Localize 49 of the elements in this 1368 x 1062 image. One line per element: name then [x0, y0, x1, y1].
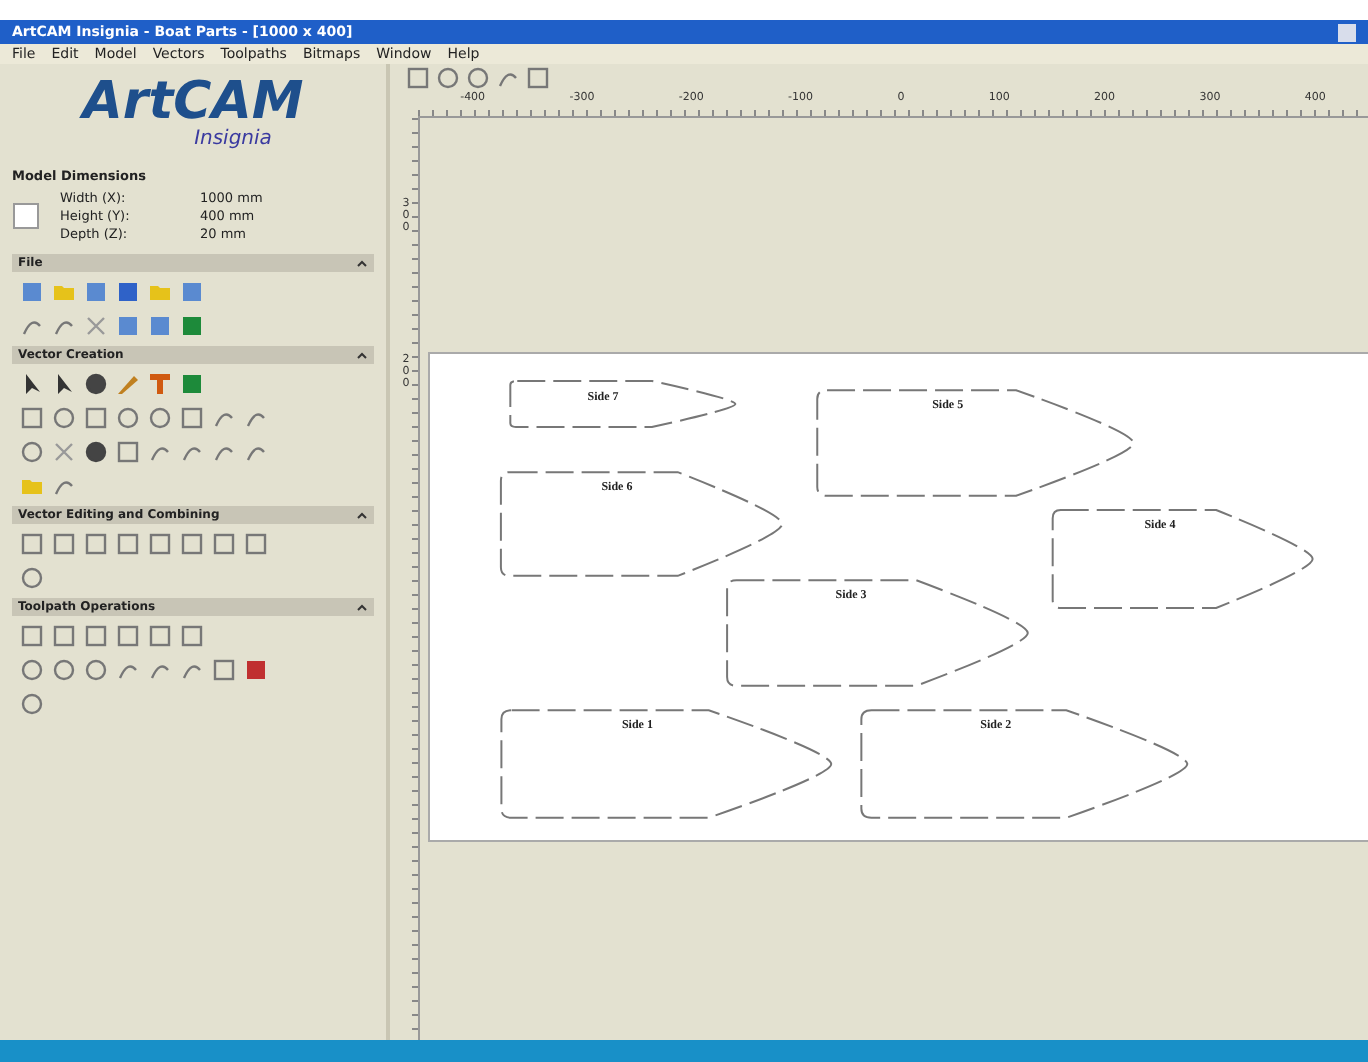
logo-subtitle: Insignia [194, 128, 272, 150]
square-icon[interactable] [20, 624, 44, 648]
circle-icon[interactable] [116, 406, 140, 430]
square-icon[interactable] [180, 314, 204, 338]
square-icon[interactable] [20, 532, 44, 556]
collapse-icon[interactable] [356, 257, 368, 269]
square-icon[interactable] [180, 406, 204, 430]
square-icon[interactable] [116, 624, 140, 648]
logo-text: ArtCAM [82, 76, 304, 128]
square-icon[interactable] [180, 532, 204, 556]
square-icon[interactable] [212, 658, 236, 682]
square-icon[interactable] [116, 532, 140, 556]
pointer-icon[interactable] [20, 372, 44, 396]
square-icon[interactable] [526, 66, 550, 90]
circle-icon[interactable] [84, 658, 108, 682]
collapse-icon[interactable] [356, 349, 368, 361]
circle-icon[interactable] [52, 658, 76, 682]
square-icon[interactable] [244, 532, 268, 556]
collapse-icon[interactable] [356, 509, 368, 521]
cross-icon[interactable] [52, 440, 76, 464]
letter-icon[interactable] [148, 372, 172, 396]
square-icon[interactable] [84, 406, 108, 430]
square-icon[interactable] [52, 624, 76, 648]
collapse-icon[interactable] [356, 601, 368, 613]
page-icon [12, 202, 40, 230]
circle-icon[interactable] [52, 406, 76, 430]
circle-icon[interactable] [20, 658, 44, 682]
square-icon[interactable] [212, 532, 236, 556]
square-icon[interactable] [148, 624, 172, 648]
square-icon[interactable] [406, 66, 430, 90]
square-icon[interactable] [84, 532, 108, 556]
pointer-icon[interactable] [52, 372, 76, 396]
circle-icon[interactable] [466, 66, 490, 90]
circle-icon[interactable] [20, 440, 44, 464]
circle-icon[interactable] [20, 692, 44, 716]
square-icon[interactable] [20, 406, 44, 430]
close-button[interactable] [1338, 23, 1356, 41]
square-icon[interactable] [84, 624, 108, 648]
cross-icon[interactable] [84, 314, 108, 338]
square-icon[interactable] [180, 624, 204, 648]
square-icon[interactable] [244, 658, 268, 682]
pen-icon[interactable] [116, 372, 140, 396]
circle-icon[interactable] [436, 66, 460, 90]
circle-icon[interactable] [148, 406, 172, 430]
square-icon[interactable] [180, 372, 204, 396]
square-icon[interactable] [148, 532, 172, 556]
square-icon[interactable] [116, 440, 140, 464]
square-icon[interactable] [52, 532, 76, 556]
circle-icon[interactable] [20, 566, 44, 590]
